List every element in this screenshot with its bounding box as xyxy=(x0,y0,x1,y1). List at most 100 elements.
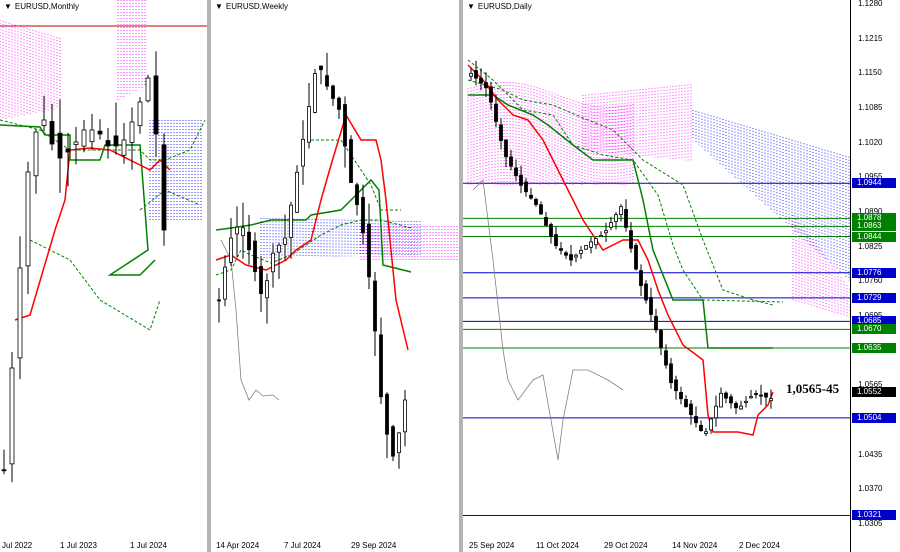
price-zone-annotation: 1,0565-45 xyxy=(786,381,840,396)
price-tick-label: 1.1020 xyxy=(858,137,883,147)
candle-body xyxy=(361,197,365,234)
candle-body xyxy=(629,230,633,249)
dropdown-triangle-icon[interactable]: ▼ xyxy=(215,2,223,11)
price-tick-label: 1.1150 xyxy=(858,68,882,78)
candle-body xyxy=(65,148,71,153)
candle-body xyxy=(734,403,738,409)
price-level-badge: 1.0776 xyxy=(852,267,896,278)
candle-body xyxy=(569,254,573,261)
price-level-badge: 1.0504 xyxy=(852,412,896,423)
price-level-badge: 1.0729 xyxy=(852,292,896,303)
kijun-line xyxy=(468,94,773,349)
candle-body xyxy=(229,237,233,263)
candle-body xyxy=(223,266,227,300)
candle-body xyxy=(504,139,508,157)
candle-body xyxy=(619,206,623,216)
candle-body xyxy=(343,104,347,147)
dropdown-triangle-icon[interactable]: ▼ xyxy=(4,2,12,11)
monthly-chart-panel[interactable]: ▼ EURUSD,Monthly Jul 2022 1 Jul 2023 1 Ju… xyxy=(0,0,207,552)
price-level-badge: 1.0944 xyxy=(852,178,896,189)
x-axis-label: 25 Sep 2024 xyxy=(469,541,515,550)
candle-body xyxy=(499,124,503,141)
candle-body xyxy=(81,129,87,147)
monthly-chart-title: ▼ EURUSD,Monthly xyxy=(4,2,79,11)
weekly-chart-canvas xyxy=(215,52,458,469)
price-tick-label: 1.0760 xyxy=(858,276,883,286)
candle-body xyxy=(105,140,111,147)
candle-body xyxy=(719,392,723,408)
daily-chart-title: ▼ EURUSD,Daily xyxy=(467,2,532,11)
daily-chart-canvas xyxy=(463,59,854,516)
candle-body xyxy=(373,280,377,332)
current-price-badge: 1.0552 xyxy=(852,387,896,398)
x-axis-label: 11 Oct 2024 xyxy=(536,541,579,550)
weekly-chart-panel[interactable]: ▼ EURUSD,Weekly 14 Apr 2024 7 Jul 2024 29… xyxy=(211,0,459,552)
candle-body xyxy=(669,363,673,384)
candle-body xyxy=(235,226,239,235)
candle-body xyxy=(704,431,708,434)
candle-body xyxy=(129,121,135,143)
candle-body xyxy=(253,240,257,273)
candle-body xyxy=(121,139,127,156)
candle-body xyxy=(9,367,15,465)
daily-chart-panel[interactable]: ▼ EURUSD,Daily 25 Sep 2024 11 Oct 2024 29… xyxy=(463,0,900,552)
dropdown-triangle-icon[interactable]: ▼ xyxy=(467,2,475,11)
candle-body xyxy=(574,254,578,258)
price-level-badge: 1.0635 xyxy=(852,343,896,353)
candle-body xyxy=(137,101,143,127)
candle-body xyxy=(391,426,395,457)
weekly-chart-title: ▼ EURUSD,Weekly xyxy=(215,2,289,11)
candle-body xyxy=(769,398,773,402)
x-axis-label: 14 Apr 2024 xyxy=(216,541,260,550)
candle-body xyxy=(594,238,598,246)
candle-body xyxy=(549,224,553,237)
x-axis-label: 29 Oct 2024 xyxy=(604,541,648,550)
x-axis-label: 14 Nov 2024 xyxy=(672,541,718,550)
ichimoku-span-line xyxy=(467,79,774,306)
candle-body xyxy=(73,141,79,145)
candle-body xyxy=(474,70,478,79)
candle-body xyxy=(724,392,728,399)
candle-body xyxy=(749,396,753,399)
ichimoku-span-line xyxy=(139,189,201,211)
chikou-line xyxy=(220,239,280,401)
candle-body xyxy=(584,245,588,250)
candle-body xyxy=(694,416,698,424)
candle-body xyxy=(259,266,263,294)
candle-body xyxy=(739,405,743,410)
candle-body xyxy=(559,248,563,251)
candle-body xyxy=(379,334,383,398)
candle-body xyxy=(403,399,407,433)
candle-body xyxy=(614,214,618,222)
candle-body xyxy=(217,299,221,302)
candle-body xyxy=(689,403,693,416)
candle-body xyxy=(89,129,95,143)
price-level-badge: 1.0844 xyxy=(852,231,896,242)
candle-body xyxy=(97,130,103,135)
x-axis-label: Jul 2022 xyxy=(2,541,33,550)
candle-body xyxy=(145,77,151,102)
candle-body xyxy=(331,85,335,99)
candle-body xyxy=(49,121,55,145)
candle-body xyxy=(325,75,329,87)
candle-body xyxy=(307,106,311,143)
candle-body xyxy=(709,418,713,431)
candle-body xyxy=(385,393,389,435)
candle-body xyxy=(313,73,317,113)
monthly-chart-canvas xyxy=(0,0,207,483)
candle-body xyxy=(714,405,718,419)
candle-body xyxy=(319,65,323,71)
candle-body xyxy=(579,249,583,254)
price-tick-label: 1.0305 xyxy=(858,519,883,528)
price-level-badge: 1.0863 xyxy=(852,221,896,232)
candle-body xyxy=(113,135,119,147)
x-axis-label: 29 Sep 2024 xyxy=(351,541,397,550)
candle-body xyxy=(367,223,371,278)
x-axis-label: 7 Jul 2024 xyxy=(284,541,321,550)
candle-body xyxy=(684,399,688,408)
candle-body xyxy=(277,244,281,253)
candle-body xyxy=(634,244,638,270)
candle-body xyxy=(397,432,401,454)
candle-body xyxy=(514,167,518,177)
candle-body xyxy=(564,252,568,256)
